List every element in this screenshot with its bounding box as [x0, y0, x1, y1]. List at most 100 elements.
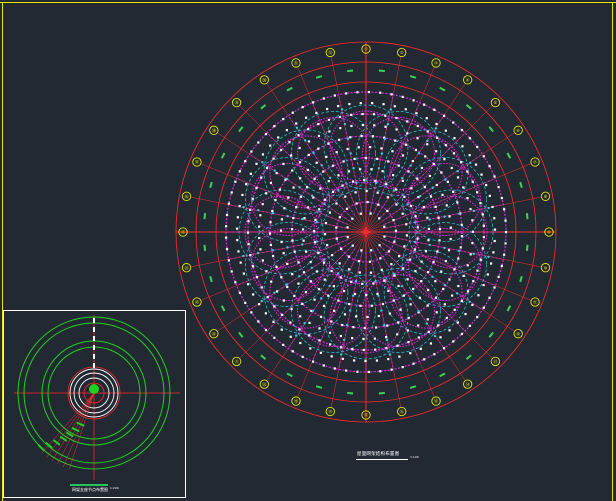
grid-node [239, 261, 242, 264]
support-node [312, 151, 315, 155]
support-node [374, 279, 377, 283]
keyplan-scale: 1:200 [110, 486, 119, 490]
grid-node [504, 230, 508, 234]
grid-node [318, 208, 321, 211]
grid-node [433, 108, 436, 111]
grid-node [408, 258, 412, 261]
support-node [285, 283, 289, 286]
grid-node [238, 170, 241, 173]
grid-node [252, 293, 255, 296]
support-node [311, 309, 315, 312]
grid-node [384, 125, 387, 128]
grid-node [271, 254, 275, 258]
grid-node [381, 302, 385, 306]
grid-node [360, 135, 363, 138]
grid-node [257, 141, 260, 144]
support-node [418, 267, 422, 270]
grid-node [469, 253, 472, 256]
grid-node [280, 276, 283, 279]
grid-node [429, 342, 433, 345]
grid-node [369, 146, 372, 149]
grid-node [304, 116, 308, 119]
grid-node [297, 134, 300, 137]
grid-node [341, 357, 344, 361]
grid-node [307, 140, 311, 143]
grid-node [352, 326, 355, 329]
grid-node [424, 155, 427, 158]
grid-node [492, 251, 495, 254]
grid-node [236, 216, 239, 219]
support-node [457, 249, 461, 253]
grid-node [401, 95, 404, 98]
grid-node [404, 108, 407, 111]
grid-node [385, 347, 388, 350]
grid-node [313, 177, 316, 180]
grid-node [359, 304, 362, 307]
support-node [323, 258, 326, 261]
dimension-text [315, 385, 323, 389]
grid-node [346, 236, 349, 239]
axis-bubble-label: ⑬ [493, 358, 498, 365]
grid-node [464, 312, 467, 316]
grid-node [450, 166, 453, 170]
grid-node [401, 212, 404, 215]
support-node [431, 275, 434, 278]
grid-node [330, 320, 333, 323]
grid-node [225, 236, 228, 239]
grid-node [401, 267, 405, 270]
grid-node [264, 312, 267, 315]
grid-node [437, 324, 440, 327]
grid-node [409, 352, 412, 355]
support-node [443, 246, 446, 250]
grid-node [423, 103, 426, 106]
grid-node [503, 208, 506, 211]
grid-node [335, 202, 338, 205]
grid-node [415, 112, 418, 115]
dimension-text [220, 152, 226, 159]
grid-node [340, 247, 343, 250]
support-node [343, 122, 347, 126]
grid-node [404, 143, 407, 146]
grid-node [471, 230, 475, 233]
grid-node [355, 315, 358, 318]
grid-node [361, 123, 364, 127]
grid-node [444, 129, 447, 132]
grid-node [350, 113, 353, 117]
support-node [468, 300, 471, 304]
cad-viewport[interactable]: ①②③④⑤⑥⑦⑧⑨⑩⑪⑫⑬⑭⑮⑯⑰⑱⑲⑳㉑㉒㉓㉔㉕㉖㉗㉘㉙㉚㉛㉜ 网架支座节点布… [0, 0, 616, 501]
grid-node [452, 340, 455, 343]
support-node [426, 139, 429, 142]
grid-node [387, 289, 390, 293]
grid-node [304, 291, 308, 294]
support-node [406, 258, 409, 262]
grid-node [246, 231, 250, 234]
grid-node [426, 130, 429, 133]
support-node [301, 243, 304, 246]
grid-node [369, 212, 372, 215]
grid-node [225, 247, 229, 251]
grid-node [450, 294, 454, 297]
grid-node [327, 142, 330, 145]
grid-node [261, 203, 264, 206]
grid-node [365, 189, 368, 193]
grid-node [250, 311, 253, 314]
grid-node [269, 181, 273, 185]
grid-node [355, 202, 358, 205]
support-node [487, 206, 490, 210]
grid-node [317, 147, 320, 150]
grid-node [348, 102, 351, 106]
grid-node [372, 282, 375, 285]
grid-node [394, 188, 398, 191]
grid-node [261, 153, 265, 156]
grid-node [364, 156, 367, 160]
grid-node [251, 265, 255, 268]
grid-node [244, 301, 247, 304]
support-node [392, 272, 395, 275]
grid-node [436, 250, 439, 253]
support-node [400, 284, 404, 288]
grid-node [390, 368, 393, 371]
grid-node [386, 209, 389, 213]
grid-node [372, 113, 376, 116]
grid-node [468, 137, 472, 140]
grid-node [445, 316, 448, 320]
